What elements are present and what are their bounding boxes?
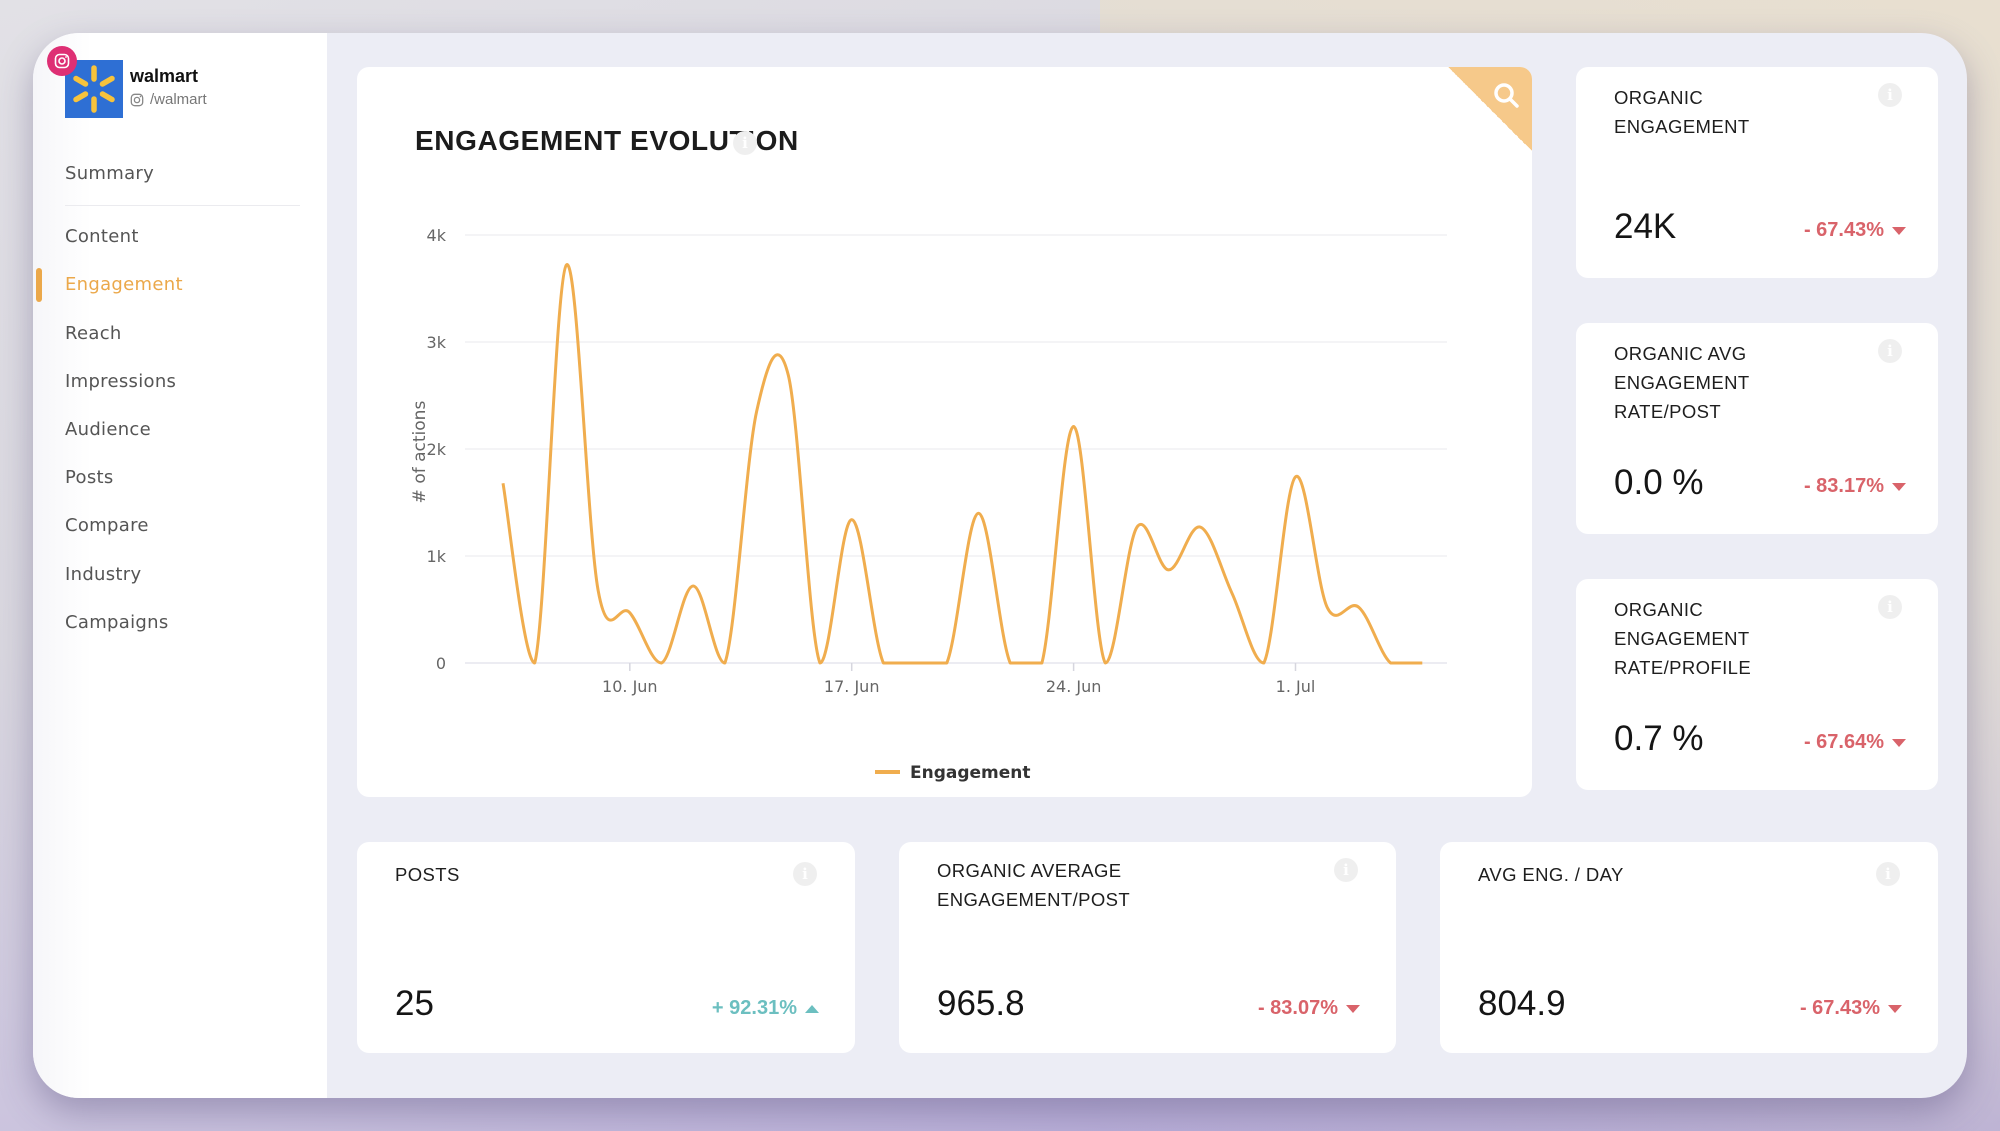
sidebar-item-audience[interactable]: Audience [65,419,151,440]
kpi-title: ORGANIC AVG ENGAGEMENT RATE/POST [1614,343,1750,422]
kpi-card-posts: POSTS i 25 + 92.31% [357,842,855,1053]
instagram-badge-icon [47,46,77,76]
engagement-chart: 01k2k3k4k 10. Jun 17. Jun 24. Jun 1. Jul # … [410,226,1447,783]
kpi-title: ORGANIC ENGAGEMENT [1614,87,1750,137]
info-icon[interactable]: i [793,862,817,886]
profile-handle-text: /walmart [150,91,207,108]
sidebar-item-reach[interactable]: Reach [65,323,122,344]
info-icon[interactable]: i [1876,862,1900,886]
sidebar-item-engagement[interactable]: Engagement [65,274,183,295]
sidebar-item-posts[interactable]: Posts [65,467,114,488]
kpi-card-avg-eng-per-day: AVG ENG. / DAY i 804.9 - 67.43% [1440,842,1938,1053]
kpi-title: AVG ENG. / DAY [1478,864,1624,885]
profile-name: walmart [130,66,199,86]
kpi-value: 0.7 % [1614,719,1704,758]
kpi-change-text: - 67.43% [1803,219,1884,241]
y-tick-label: 0 [436,654,446,673]
y-tick-label: 4k [427,226,447,245]
kpi-title: POSTS [395,864,460,885]
kpi-value: 965.8 [937,984,1025,1023]
x-tick-label: 10. Jun [602,677,658,696]
kpi-change: - 83.17% [1804,475,1906,498]
kpi-change: - 83.07% [1258,997,1360,1020]
kpi-title: ORGANIC ENGAGEMENT RATE/PROFILE [1614,599,1752,678]
trend-down-icon [1892,226,1906,235]
kpi-value: 25 [395,984,434,1023]
kpi-change: - 67.43% [1800,997,1902,1020]
kpi-card-organic-engagement-rate-profile: ORGANIC ENGAGEMENT RATE/PROFILE i 0.7 % … [1576,579,1938,790]
info-icon[interactable]: i [1878,595,1902,619]
kpi-card-organic-avg-engagement-rate-post: ORGANIC AVG ENGAGEMENT RATE/POST i 0.0 %… [1576,323,1938,534]
kpi-change: - 67.64% [1804,731,1906,754]
kpi-change-text: - 67.43% [1799,997,1880,1019]
kpi-value: 24K [1614,207,1677,246]
y-axis-label: # of actions [410,401,430,504]
kpi-change-text: - 67.64% [1803,731,1884,753]
kpi-change-text: + 92.31% [711,997,797,1019]
profile-handle: /walmart [130,91,207,108]
series-line-engagement [501,263,1423,665]
sidebar: walmart /walmart Summary Content Engagem… [33,33,327,1098]
active-nav-indicator [36,268,42,302]
trend-down-icon [1346,1004,1360,1013]
x-tick-label: 24. Jun [1046,677,1102,696]
sidebar-item-compare[interactable]: Compare [65,515,149,536]
app-window: walmart /walmart Summary Content Engagem… [33,33,1967,1098]
kpi-card-organic-engagement: ORGANIC ENGAGEMENT i 24K - 67.43% [1576,67,1938,278]
y-tick-label: 1k [427,547,447,566]
sidebar-item-summary[interactable]: Summary [65,163,154,184]
kpi-value: 0.0 % [1614,463,1704,502]
kpi-value: 804.9 [1478,984,1566,1023]
kpi-change-text: - 83.17% [1803,475,1884,497]
engagement-evolution-card: ENGAGEMENT EVOLUTION i 0 1k 2k 3k 4k 10. Jun… [357,67,1532,797]
sidebar-item-content[interactable]: Content [65,226,139,247]
info-icon[interactable]: i [1334,858,1358,882]
nav-divider [65,205,300,206]
info-icon[interactable]: i [1878,83,1902,107]
legend-label-engagement: Engagement [910,763,1031,783]
info-icon[interactable]: i [1878,339,1902,363]
x-tick-label: 17. Jun [824,677,880,696]
kpi-title: ORGANIC AVERAGE ENGAGEMENT/POST [937,860,1131,910]
trend-down-icon [1892,482,1906,491]
trend-down-icon [1892,738,1906,747]
y-tick-label: 3k [427,333,447,352]
sidebar-item-impressions[interactable]: Impressions [65,371,176,392]
trend-down-icon [1888,1004,1902,1013]
chart-legend[interactable]: Engagement [875,763,1031,783]
kpi-change: + 92.31% [712,997,819,1020]
kpi-change: - 67.43% [1804,219,1906,242]
sidebar-item-campaigns[interactable]: Campaigns [65,612,169,633]
trend-up-icon [805,1004,819,1013]
kpi-card-organic-average-engagement-post: ORGANIC AVERAGE ENGAGEMENT/POST i 965.8 … [899,842,1396,1053]
kpi-change-text: - 83.07% [1257,997,1338,1019]
x-tick-label: 1. Jul [1276,677,1316,696]
sidebar-item-industry[interactable]: Industry [65,564,141,585]
instagram-icon [130,93,144,106]
